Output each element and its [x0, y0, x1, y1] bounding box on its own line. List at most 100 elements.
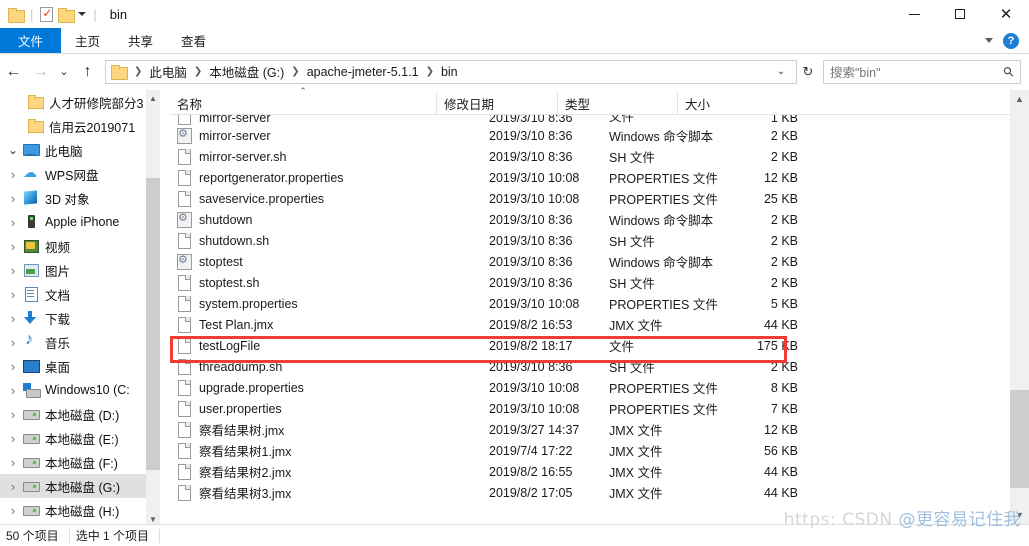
- list-scroll-down-icon[interactable]: ▼: [1010, 506, 1029, 524]
- file-name-cell: Test Plan.jmx: [199, 317, 274, 332]
- breadcrumb-item-0[interactable]: 此电脑: [147, 62, 189, 81]
- sidebar-item-17[interactable]: › 本地磁盘 (H:): [0, 498, 160, 522]
- sidebar-item-label: 本地磁盘 (E:): [45, 432, 119, 447]
- qat-divider-2: |: [93, 6, 97, 22]
- file-size-cell: 2 KB: [770, 359, 798, 374]
- sidebar-item-12[interactable]: › Windows10 (C:: [0, 378, 160, 402]
- sidebar-item-11[interactable]: › 桌面: [0, 354, 160, 378]
- chevron-right-icon[interactable]: ›: [4, 383, 22, 398]
- list-scroll-up-icon[interactable]: ▲: [1010, 90, 1029, 108]
- tab-share[interactable]: 共享: [114, 28, 167, 53]
- crumb-separator-2[interactable]: ❯: [286, 66, 304, 77]
- table-row[interactable]: shutdown.sh 2019/3/10 8:36 SH 文件 2 KB: [170, 230, 1010, 251]
- chevron-right-icon[interactable]: ›: [4, 311, 22, 326]
- chevron-right-icon[interactable]: ›: [4, 239, 22, 254]
- chevron-right-icon[interactable]: ›: [4, 503, 22, 518]
- table-row[interactable]: testLogFile 2019/8/2 18:17 文件 175 KB: [170, 335, 1010, 356]
- sidebar-item-16[interactable]: › 本地磁盘 (G:): [0, 474, 160, 498]
- minimize-button[interactable]: [891, 0, 937, 28]
- breadcrumb[interactable]: ❯ 此电脑 ❯ 本地磁盘 (G:) ❯ apache-jmeter-5.1.1 …: [105, 59, 797, 84]
- column-header-date[interactable]: 修改日期: [436, 91, 557, 115]
- chevron-right-icon[interactable]: ›: [4, 455, 22, 470]
- chevron-right-icon[interactable]: ›: [4, 263, 22, 278]
- file-list[interactable]: mirror-server2019/3/10 8:36文件1 KBmirror-…: [170, 115, 1010, 505]
- sidebar-scrollbar-thumb[interactable]: [146, 178, 160, 470]
- chevron-right-icon[interactable]: ›: [4, 431, 22, 446]
- column-header-name[interactable]: ⌃ 名称: [170, 86, 436, 115]
- back-button[interactable]: ←: [0, 58, 27, 86]
- table-row[interactable]: saveservice.properties 2019/3/10 10:08 PRO…: [170, 188, 1010, 209]
- table-row[interactable]: stoptest.sh 2019/3/10 8:36 SH 文件 2 KB: [170, 272, 1010, 293]
- tab-home[interactable]: 主页: [61, 28, 114, 53]
- breadcrumb-item-3[interactable]: bin: [439, 65, 460, 79]
- recent-locations-button[interactable]: ⌄: [54, 58, 74, 86]
- sidebar-item-1[interactable]: 信用云2019071: [0, 114, 160, 138]
- table-row[interactable]: 察看结果树2.jmx 2019/8/2 16:55 JMX 文件 44 KB: [170, 461, 1010, 482]
- chevron-right-icon[interactable]: ›: [4, 359, 22, 374]
- file-list-scrollbar[interactable]: ▲ ▼: [1010, 90, 1029, 524]
- sidebar-item-13[interactable]: › 本地磁盘 (D:): [0, 402, 160, 426]
- tab-file[interactable]: 文件: [0, 28, 62, 53]
- table-row[interactable]: user.properties 2019/3/10 10:08 PROPERTIES…: [170, 398, 1010, 419]
- chevron-right-icon[interactable]: ›: [4, 191, 22, 206]
- table-row[interactable]: threaddump.sh 2019/3/10 8:36 SH 文件 2 KB: [170, 356, 1010, 377]
- sidebar-item-4[interactable]: › 3D 对象: [0, 186, 160, 210]
- crumb-separator-0[interactable]: ❯: [129, 66, 147, 77]
- table-row[interactable]: 察看结果树3.jmx 2019/8/2 17:05 JMX 文件 44 KB: [170, 482, 1010, 503]
- crumb-separator-3[interactable]: ❯: [421, 66, 439, 77]
- table-row[interactable]: Test Plan.jmx 2019/8/2 16:53 JMX 文件 44 KB: [170, 314, 1010, 335]
- table-row[interactable]: mirror-server 2019/3/10 8:36 文件 1 KB: [170, 115, 1010, 125]
- new-folder-icon[interactable]: [58, 7, 76, 23]
- maximize-button[interactable]: [937, 0, 983, 28]
- column-header-type[interactable]: 类型: [557, 91, 677, 115]
- sidebar-item-5[interactable]: › Apple iPhone: [0, 210, 160, 234]
- table-row[interactable]: upgrade.properties 2019/3/10 10:08 PROPERT…: [170, 377, 1010, 398]
- chevron-right-icon[interactable]: ›: [4, 335, 22, 350]
- table-row[interactable]: system.properties 2019/3/10 10:08 PROPERTI…: [170, 293, 1010, 314]
- script-file-icon: [176, 127, 192, 144]
- file-list-scrollbar-thumb[interactable]: [1010, 390, 1029, 488]
- sidebar-item-14[interactable]: › 本地磁盘 (E:): [0, 426, 160, 450]
- address-dropdown-icon[interactable]: ⌄: [770, 60, 792, 84]
- expand-ribbon-chevron-down-icon[interactable]: [985, 38, 993, 43]
- sidebar-scrollbar[interactable]: ▲ ▼: [146, 90, 160, 527]
- chevron-right-icon[interactable]: ›: [4, 287, 22, 302]
- column-header-type-label: 类型: [565, 97, 591, 112]
- crumb-separator-1[interactable]: ❯: [189, 66, 207, 77]
- properties-icon[interactable]: [40, 6, 54, 22]
- tab-view[interactable]: 查看: [167, 28, 220, 53]
- help-icon[interactable]: ?: [1003, 32, 1019, 49]
- table-row[interactable]: 察看结果树.jmx 2019/3/27 14:37 JMX 文件 12 KB: [170, 419, 1010, 440]
- sidebar-item-0[interactable]: 人才研修院部分3: [0, 90, 160, 114]
- sidebar-item-7[interactable]: › 图片: [0, 258, 160, 282]
- sidebar-item-2[interactable]: ⌄ 此电脑: [0, 138, 160, 162]
- search-input[interactable]: 搜索"bin" ⚲: [823, 59, 1021, 84]
- chevron-right-icon[interactable]: ›: [4, 167, 22, 182]
- sidebar-item-10[interactable]: › 音乐: [0, 330, 160, 354]
- column-header-size[interactable]: 大小: [677, 91, 757, 115]
- folder-icon[interactable]: [8, 7, 25, 23]
- table-row[interactable]: mirror-server 2019/3/10 8:36 Windows 命令脚本 2…: [170, 125, 1010, 146]
- sidebar-scroll-up-icon[interactable]: ▲: [146, 90, 160, 106]
- sidebar-item-3[interactable]: › WPS网盘: [0, 162, 160, 186]
- sidebar-item-9[interactable]: › 下载: [0, 306, 160, 330]
- table-row[interactable]: mirror-server.sh 2019/3/10 8:36 SH 文件 2 KB: [170, 146, 1010, 167]
- customize-dropdown-icon[interactable]: [78, 12, 87, 16]
- sidebar-item-6[interactable]: › 视频: [0, 234, 160, 258]
- table-row[interactable]: 察看结果树1.jmx 2019/7/4 17:22 JMX 文件 56 KB: [170, 440, 1010, 461]
- breadcrumb-item-2[interactable]: apache-jmeter-5.1.1: [305, 65, 421, 79]
- breadcrumb-item-1[interactable]: 本地磁盘 (G:): [207, 62, 286, 81]
- table-row[interactable]: stoptest 2019/3/10 8:36 Windows 命令脚本 2 KB: [170, 251, 1010, 272]
- up-button[interactable]: ↑: [74, 58, 101, 86]
- forward-button[interactable]: →: [27, 58, 54, 86]
- chevron-right-icon[interactable]: ›: [4, 215, 22, 230]
- table-row[interactable]: reportgenerator.properties 2019/3/10 10:0…: [170, 167, 1010, 188]
- chevron-right-icon[interactable]: ›: [4, 407, 22, 422]
- refresh-button[interactable]: ↻: [797, 60, 819, 84]
- chevron-down-icon[interactable]: ⌄: [4, 143, 22, 157]
- chevron-right-icon[interactable]: ›: [4, 479, 22, 494]
- table-row[interactable]: shutdown 2019/3/10 8:36 Windows 命令脚本 2 KB: [170, 209, 1010, 230]
- sidebar-item-15[interactable]: › 本地磁盘 (F:): [0, 450, 160, 474]
- sidebar-item-8[interactable]: › 文档: [0, 282, 160, 306]
- close-button[interactable]: ✕: [983, 0, 1029, 28]
